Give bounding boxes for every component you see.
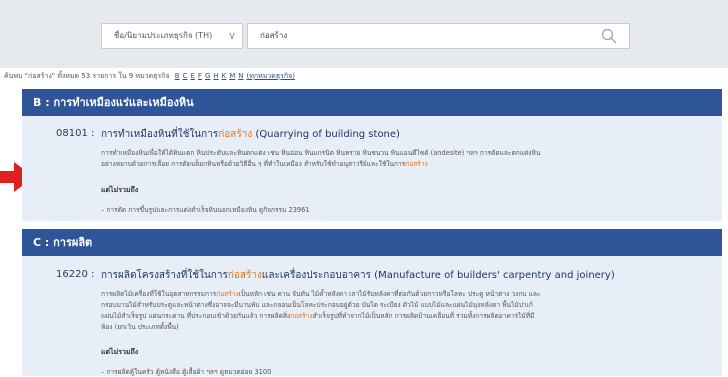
desc-highlight: ก่อสร้าง [290,312,313,320]
summary-text: ค้นพบ "ก่อสร้าง" ทั้งหมด 53 รายการ ใน 9 … [4,72,170,80]
section-c-panel: C : การผลิต 16220 : การผลิตโครงสร้างที่ใ… [22,229,722,376]
category-select[interactable]: ชื่อ/นิยามประเภทธุรกิจ (TH) ∨ [101,23,243,49]
desc-text: แผ่นไม้สำเร็จรูป แผ่นกระดาน ที่ประกอบเข้… [101,312,291,320]
title-text-english: (Quarrying of building stone) [252,129,400,140]
desc-line: อย่างหยาบด้วยการเลื่อย การตัดบล็อกหินหรื… [101,159,677,170]
search-bar: ชื่อ/นิยามประเภทธุรกิจ (TH) ∨ ก่อสร้าง [0,0,728,68]
exception-item: – การตัด การขึ้นรูปและการแต่งสำเร็จหินนอ… [101,206,310,214]
letter-link-e[interactable]: E [190,72,194,80]
exception-label: แต่ไม่รวมถึง [101,348,139,356]
title-highlight: ก่อสร้าง [218,129,253,140]
letter-link-h[interactable]: H [213,72,218,80]
desc-text: อย่างหยาบด้วยการเลื่อย การตัดบล็อกหินหรื… [101,160,406,168]
chevron-down-icon: ∨ [227,29,236,42]
search-summary: ค้นพบ "ก่อสร้าง" ทั้งหมด 53 รายการ ใน 9 … [4,71,295,82]
item-title-link[interactable]: การผลิตโครงสร้างที่ใช้ในการก่อสร้างและเค… [101,268,615,283]
desc-line: กรอบบานไม้สำหรับประตูและหน้าต่างซึ่งอาจจ… [101,301,533,309]
letter-link-c[interactable]: C [183,72,188,80]
desc-line: ห้อง (ยกเว้น ประเภทตั้งพื้น) [101,323,179,331]
letter-link-k[interactable]: K [222,72,227,80]
item-code: 08101 : [56,128,95,139]
letter-link-n[interactable]: N [238,72,243,80]
exception-label: แต่ไม่รวมถึง [101,186,139,194]
desc-text: เป็นหลัก เช่น คาน จันทัน ไม้ค้ำหลังคา เส… [238,290,541,298]
desc-highlight: ก่อสร้าง [405,160,428,168]
title-text: การทำเหมืองหินที่ใช้ในการ [101,129,219,140]
desc-line: แผ่นไม้สำเร็จรูป แผ่นกระดาน ที่ประกอบเข้… [101,311,677,322]
desc-text: สำเร็จรูปที่ทำจากไม้เป็นหลัก การผลิตบ้าน… [312,312,535,320]
title-text-english: และเครื่องประกอบอาคาร (Manufacture of bu… [261,270,615,281]
desc-line: การทำเหมืองหินเพื่อให้ได้หินแตก หินประดั… [101,149,541,157]
title-highlight: ก่อสร้าง [227,270,262,281]
item-description: การทำเหมืองหินเพื่อให้ได้หินแตก หินประดั… [101,148,677,170]
section-c-header: C : การผลิต [22,229,722,256]
search-input[interactable]: ก่อสร้าง [247,23,630,49]
item-code: 16220 : [56,269,95,280]
section-b-header: B : การทำเหมืองแร่และเหมืองหิน [22,89,722,116]
exception-item: – การผลิตตู้ในครัว ตู้หนังสือ ตู้เสื้อผ้… [101,368,272,376]
letter-link-b[interactable]: B [175,72,180,80]
section-b-panel: B : การทำเหมืองแร่และเหมืองหิน 08101 : ก… [22,89,722,221]
search-query: ก่อสร้าง [260,31,288,40]
item-title-link[interactable]: การทำเหมืองหินที่ใช้ในการก่อสร้าง (Quarr… [101,127,400,142]
letter-link-m[interactable]: M [229,72,235,80]
desc-text: การผลิตไม้เครื่องที่ใช้ในอุตสาหกรรมการ [101,290,217,298]
all-categories-link[interactable]: (ทุกหมวดธุรกิจ) [247,72,295,80]
letter-link-g[interactable]: G [205,72,210,80]
desc-highlight: ก่อสร้าง [216,290,239,298]
category-select-value: ชื่อ/นิยามประเภทธุรกิจ (TH) [114,31,213,40]
title-text: การผลิตโครงสร้างที่ใช้ในการ [101,270,228,281]
item-description: การผลิตไม้เครื่องที่ใช้ในอุตสาหกรรมการก่… [101,289,677,333]
search-icon[interactable] [601,28,617,44]
letter-link-f[interactable]: F [198,72,202,80]
desc-line: การผลิตไม้เครื่องที่ใช้ในอุตสาหกรรมการก่… [101,289,677,300]
